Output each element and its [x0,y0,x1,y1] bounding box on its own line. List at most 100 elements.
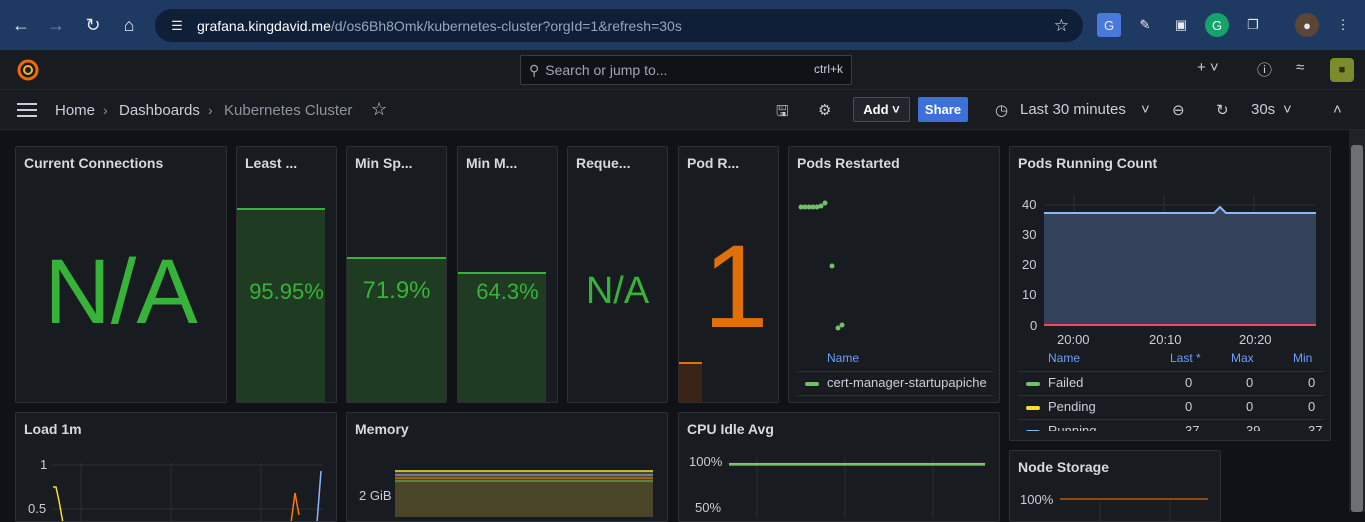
breadcrumb-dashboards[interactable]: Dashboards [119,102,200,119]
scrollbar-thumb[interactable] [1351,145,1363,512]
legend-label: Pending [1048,399,1096,414]
pods-restarted-plot [798,200,845,331]
panel-title: Pods Restarted [797,155,900,171]
dashboard-toolbar: Home › Dashboards › Kubernetes Cluster ☆… [0,90,1365,130]
grammarly-extension-icon[interactable]: G [1205,13,1229,37]
forward-arrow-icon[interactable]: → [38,7,74,43]
y-tick: 100% [1020,492,1054,507]
bookmark-star-icon[interactable]: ☆ [1054,16,1069,36]
star-icon[interactable]: ☆ [371,99,387,120]
panel-node-storage[interactable]: Node Storage 100% [1009,450,1221,522]
legend-row-running[interactable]: Running [1026,423,1096,431]
url-host: grafana.kingdavid.me [197,17,331,34]
menu-hamburger-icon[interactable] [17,103,37,117]
back-arrow-icon[interactable]: ← [3,7,39,43]
panel-memory[interactable]: Memory 2 GiB [346,412,668,522]
reload-icon[interactable]: ↻ [75,7,111,43]
address-bar[interactable]: ☰ grafana.kingdavid.me/d/os6Bh8Omk/kuber… [155,9,1083,42]
panel-title: Min Sp... [355,155,413,171]
refresh-icon[interactable]: ↻ [1216,101,1229,119]
panel-pods-running-count[interactable]: Pods Running Count 40 30 20 10 0 20:00 2… [1009,146,1331,441]
legend-last: 0 [1185,375,1193,390]
help-icon[interactable]: ⓘ [1257,59,1272,80]
panel-pod-r[interactable]: Pod R... 1 [678,146,779,403]
chevron-down-icon[interactable]: ˅ [1141,101,1150,118]
legend-label: cert-manager-startupapiche [827,375,987,390]
grafana-top-bar: ⚲ Search or jump to... ctrl+k + ˅ ⓘ ≈ ■ [0,50,1365,90]
legend-row-failed[interactable]: Failed [1026,375,1083,390]
legend-label: Running [1048,423,1097,431]
news-rss-icon[interactable]: ≈ [1296,59,1304,76]
y-tick: 100% [689,454,723,469]
y-tick: 0.5 [28,501,47,516]
stat-value: 1 [703,221,769,353]
extensions-puzzle-icon[interactable]: ❐ [1241,13,1265,37]
divider [797,395,993,396]
panel-title: CPU Idle Avg [687,421,774,437]
gauge-bar [237,208,325,402]
chevron-right-icon: › [103,102,108,118]
refresh-interval[interactable]: 30s [1251,101,1275,118]
panel-pods-restarted[interactable]: Pods Restarted Name cert-manager-startup… [788,146,1000,403]
home-icon[interactable]: ⌂ [111,7,147,43]
search-input[interactable]: ⚲ Search or jump to... ctrl+k [520,55,852,85]
memory-plot [395,470,653,517]
x-tick: 20:20 [1239,332,1272,347]
legend-header-max[interactable]: Max [1231,351,1254,365]
grafana-logo-icon[interactable] [16,58,40,82]
legend-min: 0 [1308,399,1316,414]
legend-header-min[interactable]: Min [1293,351,1312,365]
legend-max: 0 [1246,375,1254,390]
panel-title: Pods Running Count [1018,155,1158,171]
browser-toolbar: ← → ↻ ⌂ ☰ grafana.kingdavid.me/d/os6Bh8O… [0,0,1365,50]
panel-current-connections[interactable]: Current Connections N/A [15,146,227,403]
legend-swatch [1026,429,1040,431]
legend-swatch [1026,381,1040,386]
y-tick: 2 GiB [359,488,392,503]
legend-max: 39 [1246,423,1261,431]
site-settings-icon[interactable]: ☰ [167,16,187,36]
sparkline-area [679,362,702,402]
save-icon[interactable]: 🖫 [776,101,789,126]
panel-least[interactable]: Least ... 95.95% [236,146,337,403]
panel-title: Reque... [576,155,631,171]
y-tick: 40 [1022,197,1037,212]
legend-item[interactable]: cert-manager-startupapiche [805,375,987,390]
legend-header-name: Name [1048,351,1081,365]
search-placeholder: Search or jump to... [545,62,668,78]
chevron-right-icon: › [208,102,213,118]
panel-load-1m[interactable]: Load 1m 1 0.5 [15,412,337,522]
panel-title: Current Connections [24,155,164,171]
panel-min-m[interactable]: Min M... 64.3% [457,146,558,403]
time-range-picker[interactable]: Last 30 minutes [1020,101,1126,118]
legend-row-pending[interactable]: Pending [1026,399,1096,414]
docs-extension-icon[interactable]: ▣ [1169,13,1193,37]
collapse-chevron-up-icon[interactable]: ˄ [1333,101,1342,118]
add-button[interactable]: Add ˅ [853,97,910,122]
legend-header-last[interactable]: Last * [1170,351,1201,365]
browser-menu-icon[interactable]: ⋮ [1331,13,1355,37]
chevron-down-icon[interactable]: ˅ [1283,101,1292,118]
legend-max: 0 [1246,399,1254,414]
profile-avatar-icon[interactable]: ● [1295,13,1319,37]
panel-reque[interactable]: Reque... N/A [567,146,668,403]
zoom-out-icon[interactable]: ⊖ [1172,101,1185,119]
node-storage-plot [1060,498,1208,521]
eyedropper-extension-icon[interactable]: ✎ [1133,13,1157,37]
panel-min-sp[interactable]: Min Sp... 71.9% [346,146,447,403]
legend-swatch [805,381,819,386]
running-area [1044,207,1316,325]
legend-last: 37 [1185,423,1200,431]
breadcrumb-home[interactable]: Home [55,102,95,119]
settings-gear-icon[interactable]: ⚙ [818,101,831,119]
translate-extension-icon[interactable]: G [1097,13,1121,37]
y-tick: 20 [1022,257,1037,272]
legend-row-running-clip: Running 37 39 37 [1010,421,1330,431]
y-tick: 10 [1022,287,1037,302]
divider [1018,419,1324,420]
new-plus-icon[interactable]: + ˅ [1197,59,1219,76]
share-button[interactable]: Share [918,97,968,122]
user-avatar[interactable]: ■ [1330,58,1354,82]
panel-cpu-idle-avg[interactable]: CPU Idle Avg 100% 50% [678,412,1000,522]
stat-value: 71.9% [362,277,431,304]
